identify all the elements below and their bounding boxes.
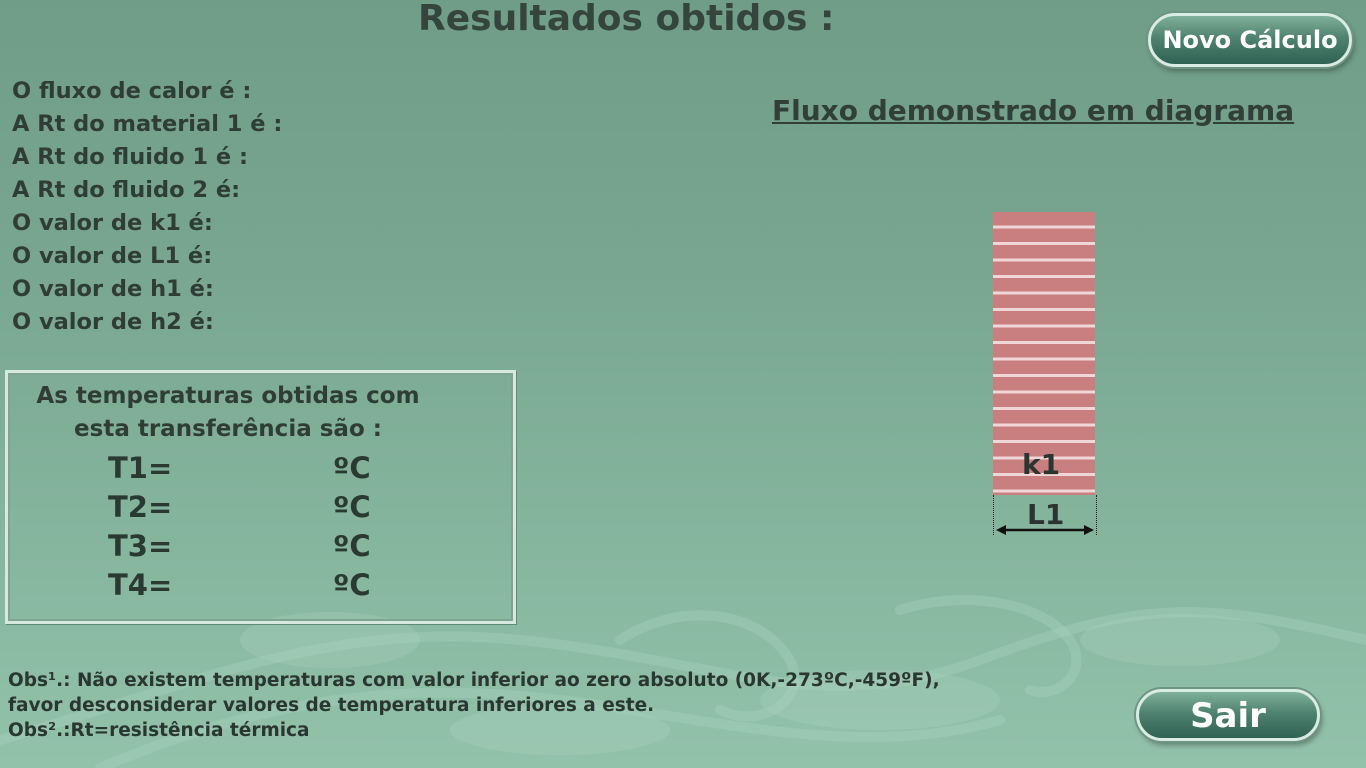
dimension-line-right bbox=[1096, 495, 1097, 535]
temperature-label: T1= bbox=[108, 451, 173, 485]
temperature-unit: ºC bbox=[333, 529, 371, 563]
result-l1: O valor de L1 é: bbox=[12, 243, 213, 269]
obs2-line: Obs².:Rt=resistência térmica bbox=[8, 720, 310, 741]
new-calculation-button[interactable]: Novo Cálculo bbox=[1148, 13, 1352, 67]
results-list: O fluxo de calor é : A Rt do material 1 … bbox=[12, 76, 282, 340]
result-k1: O valor de k1 é: bbox=[12, 210, 213, 236]
double-arrow-icon bbox=[996, 525, 1094, 535]
temperature-row-t2: T2= ºC bbox=[8, 490, 513, 529]
temperatures-panel: As temperaturas obtidas com esta transfe… bbox=[5, 370, 516, 624]
temperatures-heading-line2: esta transferência são : bbox=[74, 416, 382, 442]
temperatures-heading-line1: As temperaturas obtidas com bbox=[36, 383, 420, 409]
temperature-unit: ºC bbox=[333, 451, 371, 485]
result-rt-material-1: A Rt do material 1 é : bbox=[12, 111, 283, 137]
obs1-line1: Obs¹.: Não existem temperaturas com valo… bbox=[8, 670, 940, 691]
temperature-label: T2= bbox=[108, 490, 173, 524]
temperature-row-t1: T1= ºC bbox=[8, 451, 513, 490]
exit-button[interactable]: Sair bbox=[1136, 689, 1320, 741]
result-rt-fluid-2: A Rt do fluido 2 é: bbox=[12, 177, 241, 203]
result-heat-flux: O fluxo de calor é : bbox=[12, 78, 252, 104]
page-title: Resultados obtidos : bbox=[418, 0, 835, 39]
obs1-line2: favor desconsiderar valores de temperatu… bbox=[8, 695, 655, 716]
temperature-label: T4= bbox=[108, 568, 173, 602]
dimension-line-left bbox=[993, 495, 994, 535]
result-h1: O valor de h1 é: bbox=[12, 276, 214, 302]
wall-diagram: k1 L1 bbox=[990, 210, 1102, 540]
result-rt-fluid-1: A Rt do fluido 1 é : bbox=[12, 144, 248, 170]
diagram-title: Fluxo demonstrado em diagrama bbox=[772, 94, 1295, 127]
result-h2: O valor de h2 é: bbox=[12, 309, 214, 335]
material-label: k1 bbox=[1022, 448, 1061, 481]
temperature-unit: ºC bbox=[333, 568, 371, 602]
observations: Obs¹.: Não existem temperaturas com valo… bbox=[8, 668, 940, 743]
temperature-row-t4: T4= ºC bbox=[8, 568, 513, 607]
temperatures-heading: As temperaturas obtidas com esta transfe… bbox=[28, 380, 428, 446]
temperature-unit: ºC bbox=[333, 490, 371, 524]
temperature-row-t3: T3= ºC bbox=[8, 529, 513, 568]
temperature-label: T3= bbox=[108, 529, 173, 563]
